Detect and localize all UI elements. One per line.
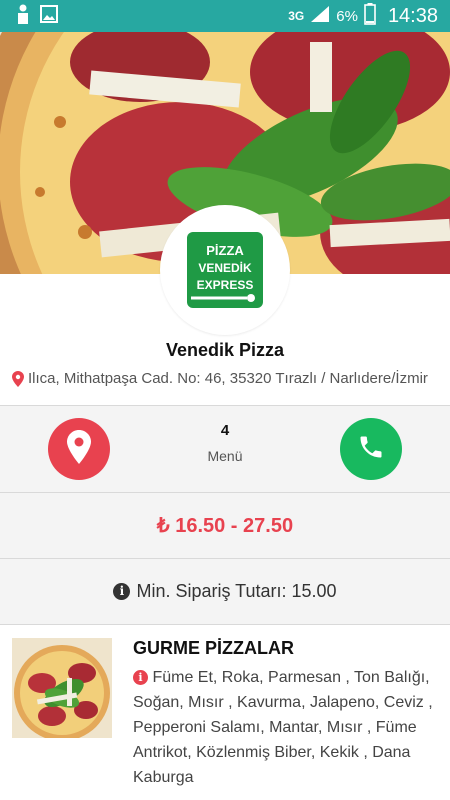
location-button[interactable] xyxy=(48,418,110,480)
menu-item[interactable]: GURME PİZZALAR i Füme Et, Roka, Parmesan… xyxy=(0,626,450,800)
call-button[interactable] xyxy=(340,418,402,480)
signal-icon xyxy=(310,5,330,28)
menu-item-description: i Füme Et, Roka, Parmesan , Ton Balığı, … xyxy=(133,665,433,790)
battery-percent: 6% xyxy=(336,7,358,25)
menu-item-thumbnail xyxy=(12,638,112,738)
restaurant-name: Venedik Pizza xyxy=(165,340,285,360)
address-text: Ilıca, Mithatpaşa Cad. No: 46, 35320 Tır… xyxy=(28,370,428,387)
menu-item-description-text: Füme Et, Roka, Parmesan , Ton Balığı, So… xyxy=(133,669,433,786)
menu-item-title: GURME PİZZALAR xyxy=(133,638,294,658)
clock: 14:38 xyxy=(387,4,438,27)
info-icon: i xyxy=(113,583,131,600)
svg-text:EXPRESS: EXPRESS xyxy=(197,278,254,292)
status-bar: 3G 6% 14:38 xyxy=(0,0,450,32)
price-range: ₺ 16.50 - 27.50 xyxy=(0,493,450,559)
notification-icon xyxy=(16,4,30,29)
map-marker-icon xyxy=(12,370,24,387)
svg-text:VENEDİK: VENEDİK xyxy=(198,260,252,275)
network-type: 3G xyxy=(288,9,305,23)
map-marker-icon xyxy=(67,429,91,469)
action-row: 4 Menü xyxy=(0,405,450,493)
info-icon: i xyxy=(133,670,148,685)
min-order: i Min. Sipariş Tutarı: 15.00 xyxy=(0,559,450,625)
phone-icon xyxy=(357,433,385,466)
menu-count: 4 xyxy=(220,422,230,439)
min-order-text: Min. Sipariş Tutarı: 15.00 xyxy=(136,581,337,601)
restaurant-logo: PİZZA VENEDİK EXPRESS xyxy=(160,205,290,335)
image-icon xyxy=(40,4,58,28)
menu-label: Menü xyxy=(207,448,243,464)
restaurant-address: Ilıca, Mithatpaşa Cad. No: 46, 35320 Tır… xyxy=(12,370,440,387)
battery-icon xyxy=(364,2,376,30)
svg-text:PİZZA: PİZZA xyxy=(206,243,244,258)
